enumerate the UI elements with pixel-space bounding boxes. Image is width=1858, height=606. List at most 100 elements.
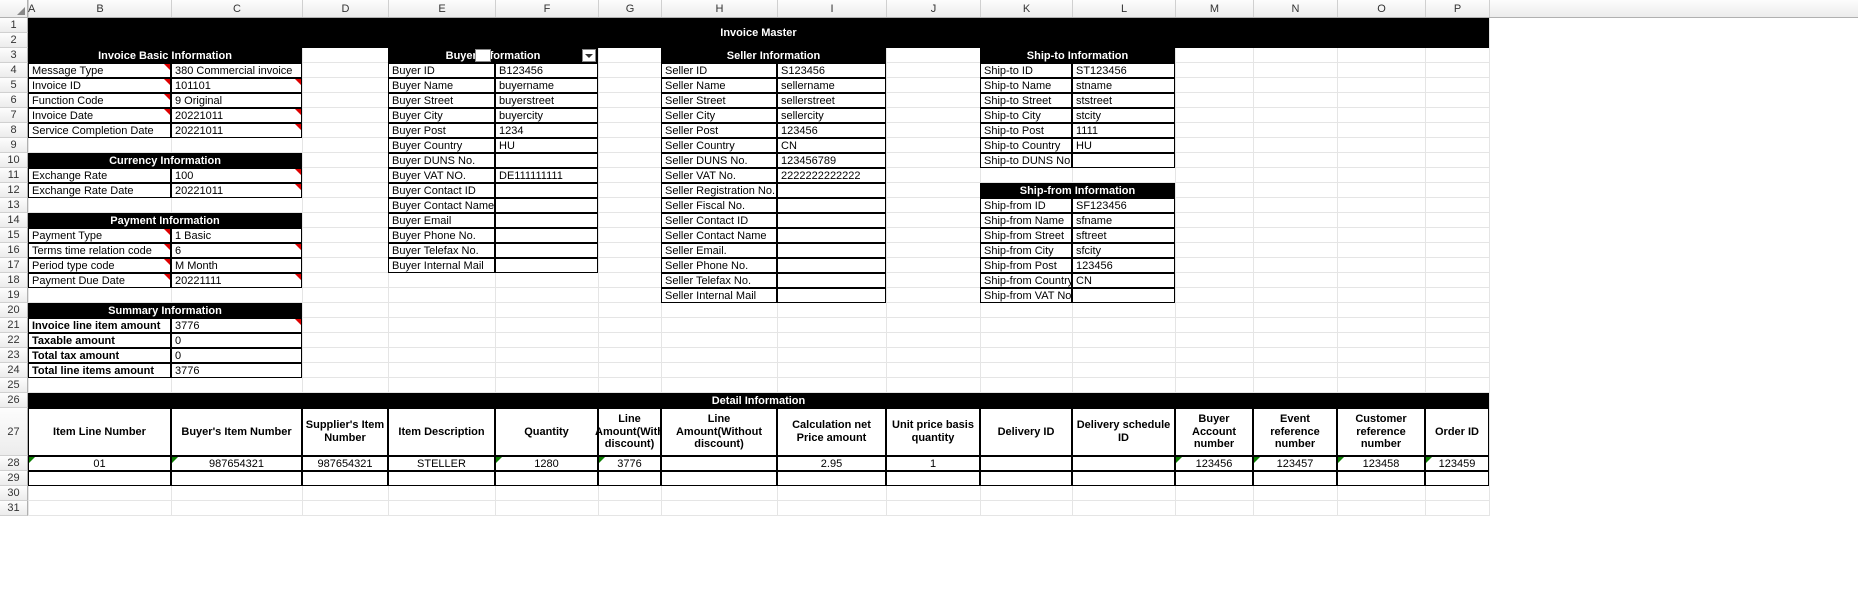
row-header-21[interactable]: 21 [0, 318, 28, 333]
cell-D8[interactable] [303, 123, 389, 138]
cell-M19[interactable] [1176, 288, 1254, 303]
cell-M20[interactable] [1176, 303, 1254, 318]
buyer-value-12[interactable] [495, 243, 598, 258]
cell-P22[interactable] [1426, 333, 1490, 348]
detail-header-5[interactable]: Line Amount(With discount) [598, 408, 661, 456]
shipfrom-value-6[interactable] [1072, 288, 1175, 303]
col-header-F[interactable]: F [496, 0, 599, 17]
detail-cell-r2-c5[interactable] [598, 471, 661, 486]
buyer-label-1[interactable]: Buyer Name [388, 78, 495, 93]
buyer-value-13[interactable] [495, 258, 598, 273]
detail-header-0[interactable]: Item Line Number [28, 408, 171, 456]
cell-D31[interactable] [303, 501, 389, 516]
shipfrom-label-2[interactable]: Ship-from Street [980, 228, 1072, 243]
cell-G24[interactable] [599, 363, 662, 378]
cell-M6[interactable] [1176, 93, 1254, 108]
summary-label-3[interactable]: Total line items amount [28, 363, 171, 378]
cell-N6[interactable] [1254, 93, 1338, 108]
cell-C30[interactable] [172, 486, 303, 501]
seller-value-7[interactable]: 2222222222222 [777, 168, 886, 183]
cell-K20[interactable] [981, 303, 1073, 318]
buyer-value-2[interactable]: buyerstreet [495, 93, 598, 108]
seller-label-8[interactable]: Seller Registration No. [661, 183, 777, 198]
cell-F19[interactable] [496, 288, 599, 303]
buyer-label-4[interactable]: Buyer Post [388, 123, 495, 138]
cell-P5[interactable] [1426, 78, 1490, 93]
seller-value-0[interactable]: S123456 [777, 63, 886, 78]
detail-cell-r1-c11[interactable]: 123456 [1175, 456, 1253, 471]
cell-J8[interactable] [887, 123, 981, 138]
cell-D10[interactable] [303, 153, 389, 168]
seller-label-12[interactable]: Seller Email. [661, 243, 777, 258]
cell-N15[interactable] [1254, 228, 1338, 243]
cell-E19[interactable] [389, 288, 496, 303]
shipto-value-5[interactable]: HU [1072, 138, 1175, 153]
cell-F18[interactable] [496, 273, 599, 288]
detail-header-4[interactable]: Quantity [495, 408, 598, 456]
seller-value-11[interactable] [777, 228, 886, 243]
cell-O13[interactable] [1338, 198, 1426, 213]
cell-J30[interactable] [887, 486, 981, 501]
cell-N8[interactable] [1254, 123, 1338, 138]
cell-M31[interactable] [1176, 501, 1254, 516]
cell-M10[interactable] [1176, 153, 1254, 168]
cell-G3[interactable] [599, 48, 662, 63]
detail-cell-r2-c12[interactable] [1253, 471, 1337, 486]
cell-J19[interactable] [887, 288, 981, 303]
row-header-13[interactable]: 13 [0, 198, 28, 213]
cell-F31[interactable] [496, 501, 599, 516]
detail-cell-r2-c11[interactable] [1175, 471, 1253, 486]
detail-header-8[interactable]: Unit price basis quantity [886, 408, 980, 456]
detail-cell-r1-c13[interactable]: 123458 [1337, 456, 1425, 471]
cell-P23[interactable] [1426, 348, 1490, 363]
cell-P19[interactable] [1426, 288, 1490, 303]
cell-H24[interactable] [662, 363, 778, 378]
basic-value-3[interactable]: 20221011 [171, 108, 302, 123]
cell-G23[interactable] [599, 348, 662, 363]
cell-J12[interactable] [887, 183, 981, 198]
detail-header-14[interactable]: Order ID [1425, 408, 1489, 456]
cell-M23[interactable] [1176, 348, 1254, 363]
shipfrom-label-1[interactable]: Ship-from Name [980, 213, 1072, 228]
seller-label-9[interactable]: Seller Fiscal No. [661, 198, 777, 213]
cell-N12[interactable] [1254, 183, 1338, 198]
cell-G7[interactable] [599, 108, 662, 123]
col-header-N[interactable]: N [1254, 0, 1338, 17]
seller-label-15[interactable]: Seller Internal Mail [661, 288, 777, 303]
shipfrom-label-3[interactable]: Ship-from City [980, 243, 1072, 258]
cell-D12[interactable] [303, 183, 389, 198]
payment-value-0[interactable]: 1 Basic [171, 228, 302, 243]
cell-M5[interactable] [1176, 78, 1254, 93]
row-header-10[interactable]: 10 [0, 153, 28, 168]
detail-cell-r2-c9[interactable] [980, 471, 1072, 486]
cell-P10[interactable] [1426, 153, 1490, 168]
cell-K23[interactable] [981, 348, 1073, 363]
cell-O5[interactable] [1338, 78, 1426, 93]
cell-M15[interactable] [1176, 228, 1254, 243]
cell-K21[interactable] [981, 318, 1073, 333]
basic-value-4[interactable]: 20221011 [171, 123, 302, 138]
seller-label-3[interactable]: Seller City [661, 108, 777, 123]
detail-header-10[interactable]: Delivery schedule ID [1072, 408, 1175, 456]
cell-E18[interactable] [389, 273, 496, 288]
cell-N4[interactable] [1254, 63, 1338, 78]
row-header-15[interactable]: 15 [0, 228, 28, 243]
cell-P25[interactable] [1426, 378, 1490, 393]
cell-G5[interactable] [599, 78, 662, 93]
cell-J9[interactable] [887, 138, 981, 153]
row-header-1[interactable]: 1 [0, 18, 28, 33]
shipto-label-0[interactable]: Ship-to ID [980, 63, 1072, 78]
cell-M17[interactable] [1176, 258, 1254, 273]
summary-value-0[interactable]: 3776 [171, 318, 302, 333]
cell-P3[interactable] [1426, 48, 1490, 63]
cell-K25[interactable] [981, 378, 1073, 393]
cell-D9[interactable] [303, 138, 389, 153]
shipto-value-3[interactable]: stcity [1072, 108, 1175, 123]
buyer-label-10[interactable]: Buyer Email [388, 213, 495, 228]
seller-label-4[interactable]: Seller Post [661, 123, 777, 138]
buyer-value-1[interactable]: buyername [495, 78, 598, 93]
shipto-value-1[interactable]: stname [1072, 78, 1175, 93]
cell-J13[interactable] [887, 198, 981, 213]
col-header-O[interactable]: O [1338, 0, 1426, 17]
cell-N10[interactable] [1254, 153, 1338, 168]
